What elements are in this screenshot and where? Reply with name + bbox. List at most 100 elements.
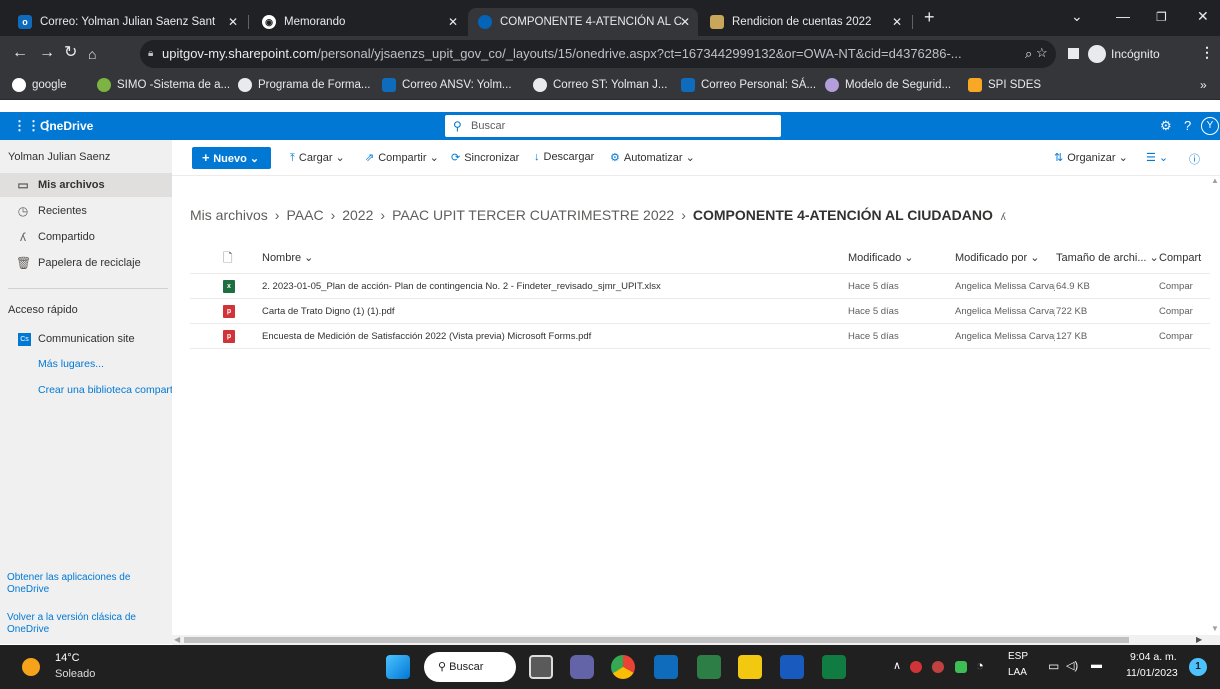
vertical-scrollbar[interactable]: ▲ ▼ — [1210, 176, 1220, 635]
close-window-icon[interactable]: ✕ — [1197, 8, 1209, 25]
automate-button[interactable]: ⚙ Automatizar ⌄ — [610, 151, 695, 164]
app-name[interactable]: OneDrive — [40, 119, 93, 133]
scroll-right-icon[interactable]: ▶ — [1196, 635, 1202, 644]
bookmark-google[interactable]: google — [12, 78, 67, 92]
sidebar-item-recientes[interactable]: ◷ Recientes — [0, 199, 172, 223]
security-icon[interactable] — [955, 661, 967, 673]
language-top[interactable]: ESP — [1008, 651, 1028, 662]
excel-icon[interactable] — [822, 655, 846, 679]
help-icon[interactable]: ? — [1184, 118, 1191, 133]
breadcrumb-item[interactable]: PAAC UPIT TERCER CUATRIMESTRE 2022 — [392, 207, 674, 223]
bookmark-simo[interactable]: SIMO -Sistema de a... — [97, 78, 230, 92]
share-button[interactable]: ⇗ Compartir ⌄ — [365, 151, 439, 164]
more-places-link[interactable]: Más lugares... — [38, 358, 104, 370]
view-options-icon[interactable]: ☰ ⌄ — [1146, 151, 1168, 164]
sidebar-item-papelera[interactable]: 🗑︎ Papelera de reciclaje — [0, 251, 172, 275]
column-header-size[interactable]: Tamaño de archi... ⌄ — [1056, 246, 1159, 271]
sync-button[interactable]: ⟳ Sincronizar — [451, 151, 519, 164]
scroll-left-icon[interactable]: ◀ — [174, 635, 180, 644]
home-icon[interactable]: ⌂ — [88, 45, 96, 63]
sort-button[interactable]: ⇅ Organizar ⌄ — [1054, 151, 1128, 164]
new-tab-button[interactable]: + — [924, 7, 935, 28]
taskbar-search[interactable]: ⚲ Buscar — [424, 652, 516, 682]
reload-icon[interactable]: ↻ — [64, 44, 77, 62]
file-sharing[interactable]: Compar — [1159, 299, 1210, 324]
word-icon[interactable] — [780, 655, 804, 679]
tab-rendicion[interactable]: Rendicion de cuentas 2022 ✕ — [700, 8, 910, 36]
classic-version-link[interactable]: Volver a la versión clásica de OneDrive — [7, 612, 157, 636]
clock-time[interactable]: 9:04 a. m. — [1130, 651, 1177, 663]
notification-badge[interactable]: 1 — [1189, 658, 1207, 676]
bookmark-programa[interactable]: Programa de Forma... — [238, 78, 370, 92]
sidebar-item-mis-archivos[interactable]: ▭ Mis archivos — [0, 173, 172, 197]
teams-chat-icon[interactable] — [570, 655, 594, 679]
windows-start-icon[interactable] — [386, 655, 410, 679]
file-name[interactable]: Encuesta de Medición de Satisfacción 202… — [262, 324, 832, 349]
tab-correo[interactable]: o Correo: Yolman Julian Saenz Sant ✕ — [8, 8, 246, 36]
more-bookmarks-icon[interactable]: » — [1200, 78, 1207, 92]
close-icon[interactable]: ✕ — [892, 15, 902, 29]
column-header-modified-by[interactable]: Modificado por ⌄ — [955, 246, 1039, 271]
language-bottom[interactable]: LAA — [1008, 667, 1027, 678]
settings-icon[interactable]: ⚙ — [1160, 118, 1172, 134]
sidebar-item-communication-site[interactable]: Cs Communication site — [0, 327, 172, 351]
table-row[interactable]: x 2. 2023-01-05_Plan de acción- Plan de … — [190, 274, 1210, 299]
column-header-sharing[interactable]: Compart — [1159, 246, 1201, 271]
task-view-icon[interactable] — [529, 655, 553, 679]
sidebar-item-compartido[interactable]: ʎ Compartido — [0, 225, 172, 249]
create-library-link[interactable]: Crear una biblioteca compart — [38, 384, 172, 396]
avatar[interactable]: Y — [1201, 117, 1219, 135]
breadcrumb-item[interactable]: Mis archivos — [190, 207, 268, 223]
scroll-down-icon[interactable]: ▼ — [1211, 624, 1219, 633]
bookmark-correo-personal[interactable]: Correo Personal: SÁ... — [681, 78, 816, 92]
weather-temp[interactable]: 14°C — [55, 652, 80, 664]
display-icon[interactable]: ▭ — [1048, 659, 1059, 673]
bookmark-correo-ansv[interactable]: Correo ANSV: Yolm... — [382, 78, 512, 92]
url-field[interactable]: 🔒︎ upitgov-my.sharepoint.com/personal/yj… — [140, 40, 1056, 68]
outlook-taskbar-icon[interactable] — [654, 655, 678, 679]
file-explorer-icon[interactable] — [738, 655, 762, 679]
side-panel-icon[interactable] — [1068, 48, 1079, 59]
horizontal-scrollbar[interactable]: ◀ ▶ — [172, 635, 1220, 645]
bookmark-spi-sdes[interactable]: SPI SDES — [968, 78, 1041, 92]
volume-icon[interactable]: ◁) — [1066, 659, 1078, 672]
bookmark-modelo[interactable]: Modelo de Segurid... — [825, 78, 951, 92]
close-icon[interactable]: ✕ — [448, 15, 458, 29]
zoom-icon[interactable]: ⌕ — [1025, 46, 1032, 62]
network-icon[interactable]: ◔ — [976, 658, 984, 673]
app-icon[interactable] — [697, 655, 721, 679]
file-name[interactable]: Carta de Trato Digno (1) (1).pdf — [262, 299, 832, 324]
column-header-name[interactable]: Nombre ⌄ — [262, 246, 313, 271]
upload-button[interactable]: ⤒ Cargar ⌄ — [290, 151, 345, 165]
close-icon[interactable]: ✕ — [680, 15, 690, 29]
scroll-up-icon[interactable]: ▲ — [1211, 176, 1219, 185]
file-type-header-icon[interactable]: 🗋︎ — [223, 246, 233, 271]
chevron-up-icon[interactable]: ∧ — [893, 659, 901, 672]
download-button[interactable]: ↓ Descargar — [534, 151, 594, 163]
forward-icon[interactable]: → — [39, 44, 55, 62]
get-apps-link[interactable]: Obtener las aplicaciones de OneDrive — [7, 572, 157, 596]
tab-memorando[interactable]: ◉ Memorando ✕ — [252, 8, 466, 36]
tab-componente[interactable]: COMPONENTE 4-ATENCIÓN AL C ✕ — [468, 8, 698, 36]
file-sharing[interactable]: Compar — [1159, 274, 1210, 299]
battery-icon[interactable]: ▬ — [1091, 659, 1102, 671]
minimize-icon[interactable]: — — [1116, 8, 1130, 24]
file-name[interactable]: 2. 2023-01-05_Plan de acción- Plan de co… — [262, 274, 832, 299]
info-icon[interactable]: ⓘ — [1189, 151, 1200, 167]
search-input[interactable]: ⚲ Buscar — [445, 115, 781, 137]
chrome-icon[interactable] — [611, 655, 635, 679]
breadcrumb-item[interactable]: 2022 — [342, 207, 373, 223]
incognito-indicator[interactable]: Incógnito — [1088, 43, 1160, 65]
weather-desc[interactable]: Soleado — [55, 668, 95, 680]
file-sharing[interactable]: Compar — [1159, 324, 1210, 349]
table-row[interactable]: p Encuesta de Medición de Satisfacción 2… — [190, 324, 1210, 349]
tab-search-icon[interactable]: ⌄ — [1071, 8, 1083, 25]
bookmark-correo-st[interactable]: Correo ST: Yolman J... — [533, 78, 667, 92]
column-header-modified[interactable]: Modificado ⌄ — [848, 246, 913, 271]
tray-app-icon[interactable] — [910, 661, 922, 673]
new-button[interactable]: + Nuevo ⌄ — [192, 147, 271, 169]
back-icon[interactable]: ← — [12, 44, 28, 62]
close-icon[interactable]: ✕ — [228, 15, 238, 29]
scroll-thumb[interactable] — [184, 637, 1129, 643]
star-icon[interactable]: ☆ — [1036, 45, 1048, 61]
